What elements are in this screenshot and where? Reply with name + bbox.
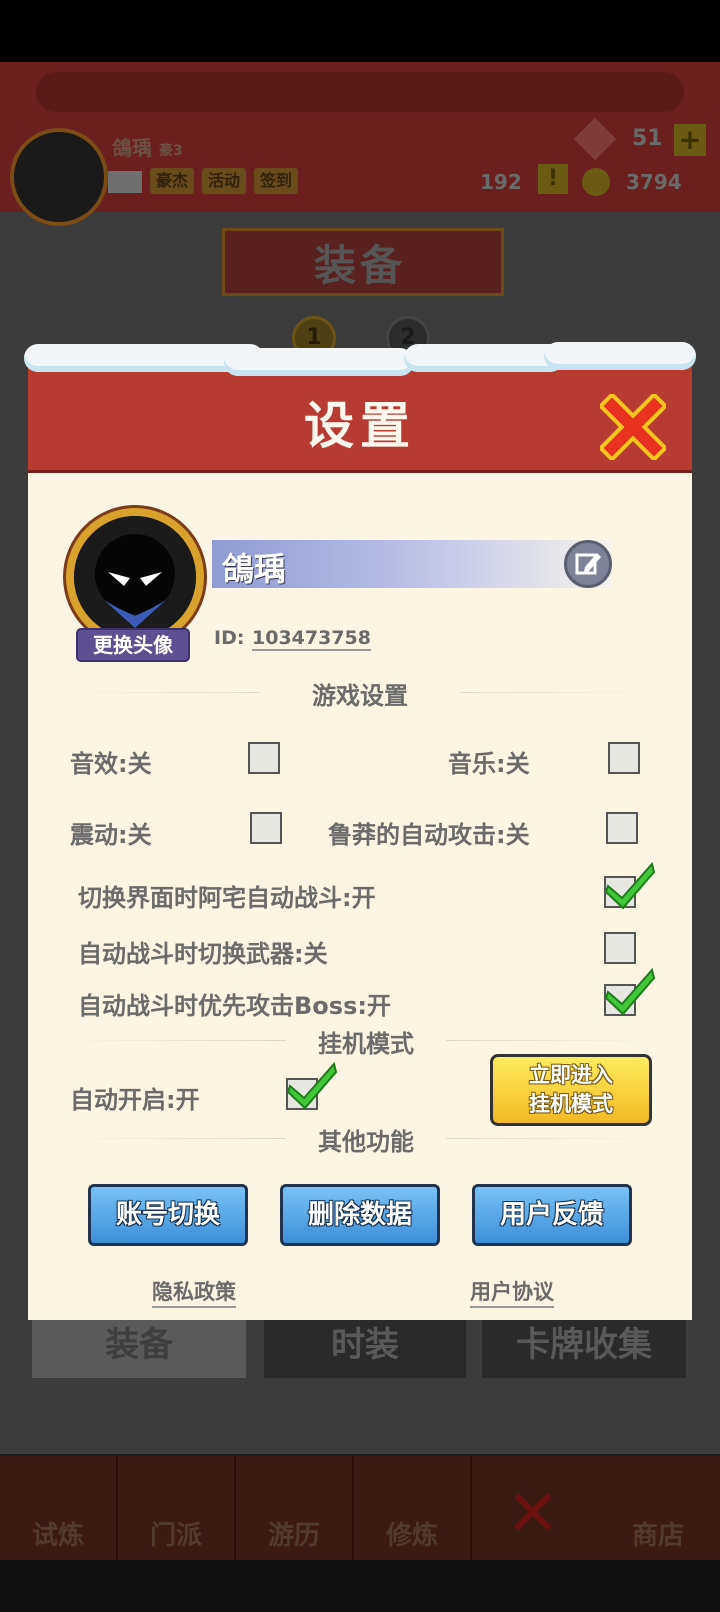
nav-shop[interactable]: 商店 xyxy=(600,1456,716,1560)
player-name: 鴿瑀 xyxy=(222,550,287,588)
tab-equipment[interactable]: 装备 xyxy=(32,1312,246,1378)
coin-icon xyxy=(582,168,610,196)
hud-chip-event[interactable]: 活动 xyxy=(202,168,247,194)
vibration-checkbox[interactable] xyxy=(250,812,282,844)
change-avatar-button[interactable]: 更换头像 xyxy=(76,628,190,662)
privacy-policy-link[interactable]: 隐私政策 xyxy=(152,1276,236,1308)
delete-data-button[interactable]: 删除数据 xyxy=(280,1184,440,1246)
vibration-label: 震动:关 xyxy=(70,821,152,849)
user-agreement-link[interactable]: 用户协议 xyxy=(470,1276,554,1308)
hud-player-name: 鴿瑀 豪3 xyxy=(112,136,183,160)
checkmark-icon xyxy=(604,858,656,910)
avatar[interactable] xyxy=(66,508,204,646)
mail-icon[interactable] xyxy=(108,170,142,193)
dialog-title: 设置 xyxy=(304,397,416,455)
reckless-auto-attack-label: 鲁莽的自动攻击:关 xyxy=(328,821,530,849)
system-nav-bar xyxy=(0,1560,720,1612)
checkmark-icon xyxy=(286,1058,338,1110)
checkmark-icon xyxy=(604,964,656,1016)
auto-switch-weapon-label: 自动战斗时切换武器:关 xyxy=(78,940,328,968)
auto-start-label: 自动开启:开 xyxy=(70,1086,200,1114)
nav-close-icon[interactable]: ✕ xyxy=(506,1482,560,1546)
snow-decoration xyxy=(24,342,696,376)
coin-count: 3794 xyxy=(626,170,682,194)
switch-account-button[interactable]: 账号切换 xyxy=(88,1184,248,1246)
nav-sect[interactable]: 门派 xyxy=(118,1456,236,1560)
coupon-count: 192 xyxy=(480,170,522,194)
auto-battle-switch-label: 切换界面时阿宅自动战斗:开 xyxy=(78,884,376,912)
idle-mode-title: 挂机模式 xyxy=(286,1024,446,1059)
game-settings-title: 游戏设置 xyxy=(260,676,460,711)
screen-title: 装备 xyxy=(313,241,406,290)
gem-count: 51 xyxy=(632,126,663,151)
other-functions-title: 其他功能 xyxy=(286,1122,446,1157)
nav-travel[interactable]: 游历 xyxy=(236,1456,354,1560)
feedback-button[interactable]: 用户反馈 xyxy=(472,1184,632,1246)
reckless-auto-attack-checkbox[interactable] xyxy=(606,812,638,844)
tab-card-collection[interactable]: 卡牌收集 xyxy=(482,1312,686,1378)
auto-switch-weapon-checkbox[interactable] xyxy=(604,932,636,964)
music-checkbox[interactable] xyxy=(608,742,640,774)
nav-trial[interactable]: 试炼 xyxy=(0,1456,118,1560)
sound-checkbox[interactable] xyxy=(248,742,280,774)
music-label: 音乐:关 xyxy=(448,750,530,778)
enter-idle-line1: 立即进入 xyxy=(529,1063,613,1087)
enter-idle-line2: 挂机模式 xyxy=(529,1092,613,1116)
tab-fashion[interactable]: 时装 xyxy=(264,1312,466,1378)
ninja-avatar-icon xyxy=(74,516,196,638)
hud-avatar[interactable] xyxy=(10,128,108,226)
alert-button[interactable]: ! xyxy=(538,164,568,194)
enter-idle-mode-button[interactable]: 立即进入 挂机模式 xyxy=(490,1054,652,1126)
nav-cultivate[interactable]: 修炼 xyxy=(354,1456,472,1560)
status-bar xyxy=(0,0,720,62)
add-gems-button[interactable]: + xyxy=(674,124,706,156)
sound-label: 音效:关 xyxy=(70,750,152,778)
id-value[interactable]: 103473758 xyxy=(252,627,371,651)
id-label: ID: xyxy=(214,627,245,649)
hud-chip-hero[interactable]: 豪杰 xyxy=(150,168,195,194)
edit-name-icon[interactable] xyxy=(564,540,612,588)
close-icon[interactable] xyxy=(597,391,669,463)
prioritize-boss-label: 自动战斗时优先攻击Boss:开 xyxy=(78,992,391,1020)
hud-chip-checkin[interactable]: 签到 xyxy=(254,168,299,194)
notice-marquee xyxy=(36,72,684,112)
